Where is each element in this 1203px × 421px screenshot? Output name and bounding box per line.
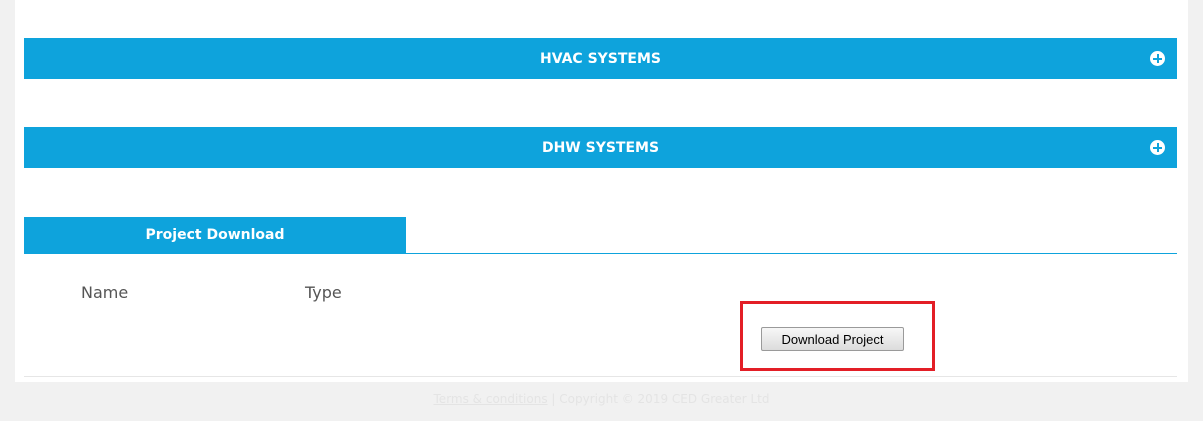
divider — [24, 376, 1177, 377]
section-title-hvac: HVAC SYSTEMS — [539, 50, 662, 67]
section-hvac-systems[interactable]: HVAC SYSTEMS — [24, 38, 1177, 79]
tab-project-download[interactable]: Project Download — [24, 217, 406, 253]
footer: Terms & conditions | Copyright © 2019 CE… — [0, 392, 1203, 406]
footer-separator: | — [551, 392, 556, 406]
section-dhw-systems[interactable]: DHW SYSTEMS — [24, 127, 1177, 168]
plus-circle-icon[interactable] — [1150, 140, 1165, 155]
section-title-dhw: DHW SYSTEMS — [541, 139, 660, 156]
column-header-type: Type — [305, 283, 342, 302]
tab-label: Project Download — [145, 227, 285, 243]
terms-link[interactable]: Terms & conditions — [434, 392, 548, 406]
tab-underline — [24, 253, 1177, 254]
download-project-button[interactable]: Download Project — [761, 327, 904, 351]
copyright-text: Copyright © 2019 CED Greater Ltd — [559, 392, 770, 406]
column-header-name: Name — [81, 283, 129, 302]
plus-circle-icon[interactable] — [1150, 51, 1165, 66]
